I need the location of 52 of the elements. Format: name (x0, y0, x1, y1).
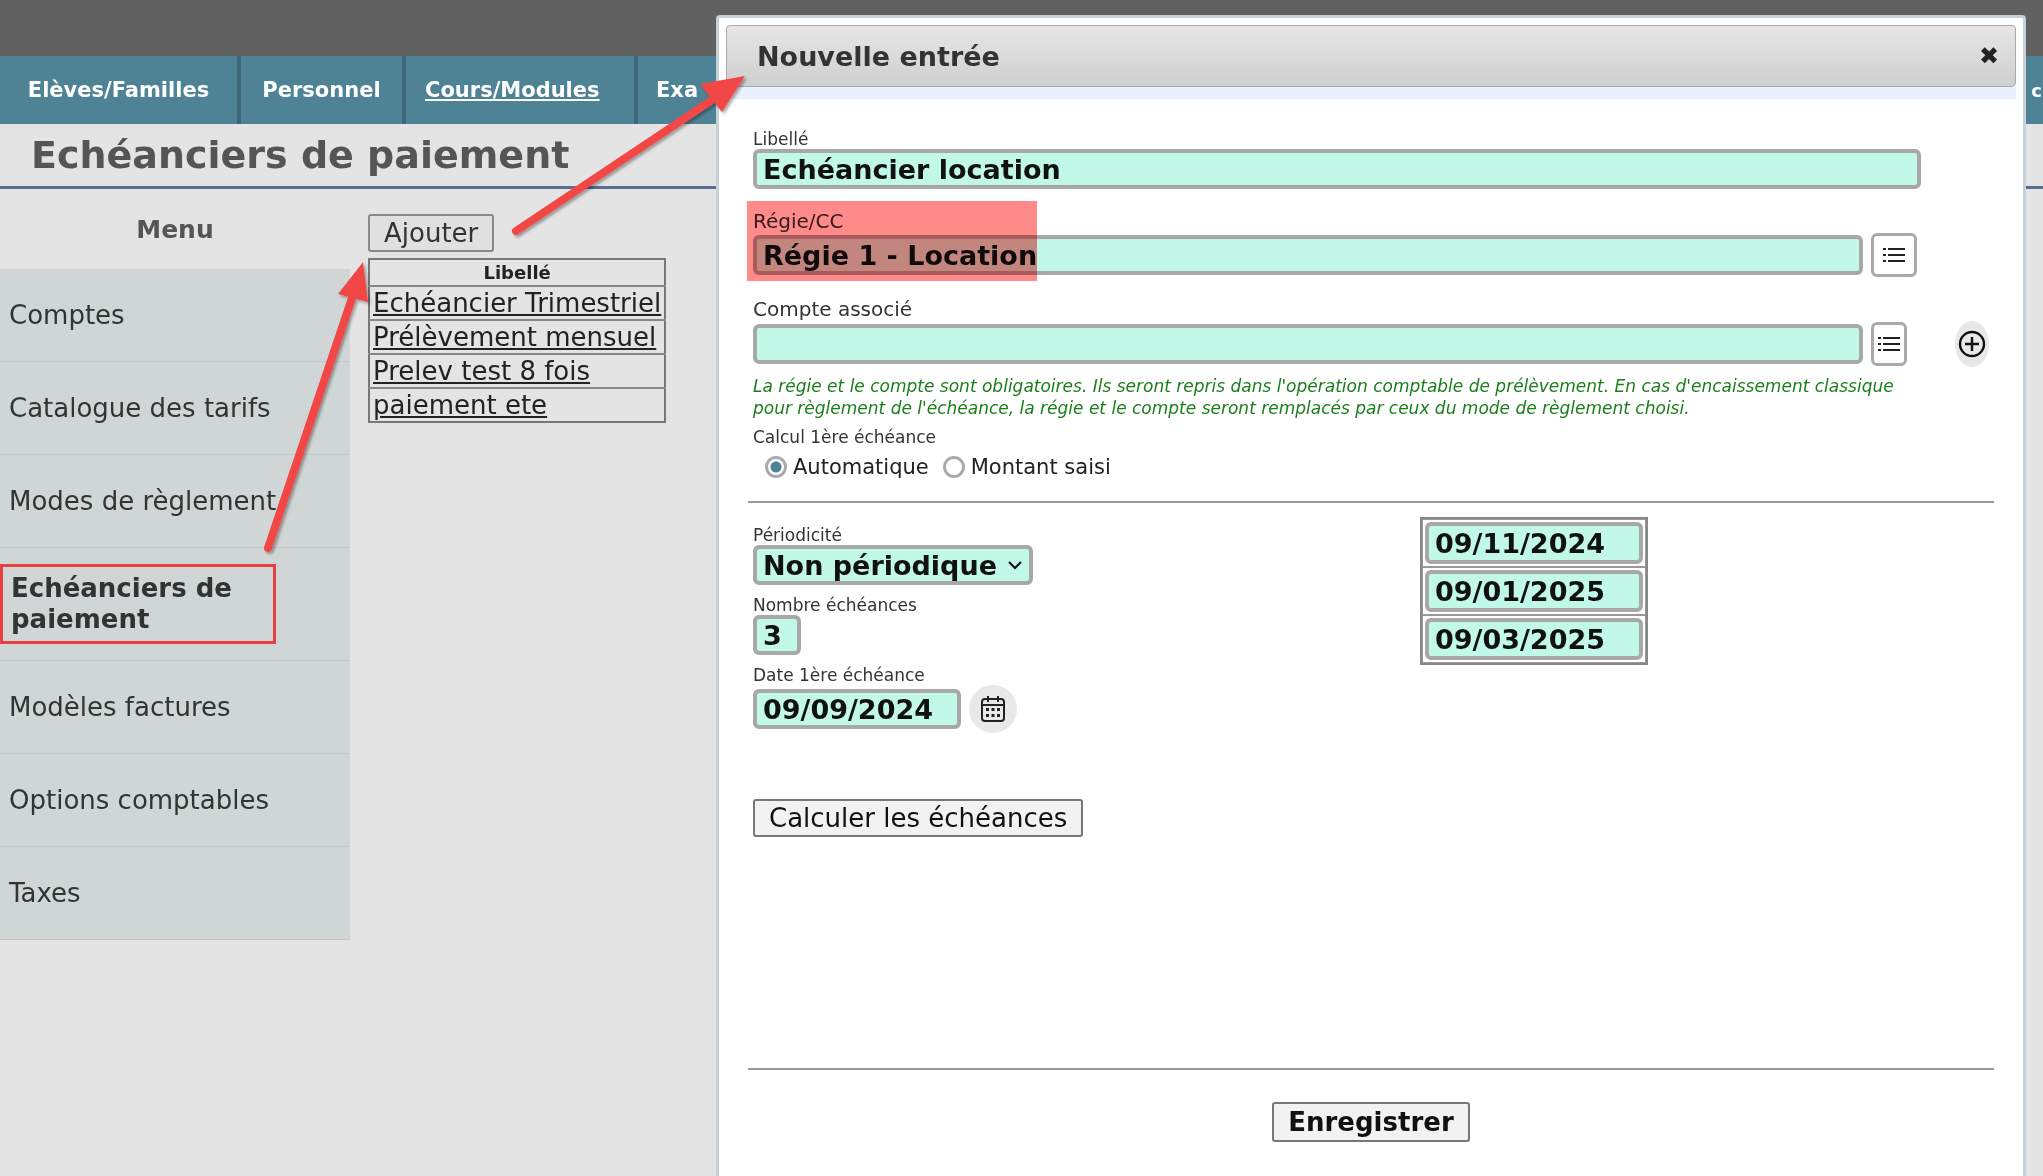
libelle-field[interactable]: Echéancier location (753, 149, 1921, 189)
chevron-down-icon (1007, 560, 1023, 571)
radio-label: Montant saisi (970, 455, 1111, 480)
field-label: Date 1ère échéance (753, 665, 926, 686)
menu-item[interactable]: Modèles factures (0, 661, 350, 755)
list-link[interactable]: Prelev test 8 fois (373, 356, 591, 386)
page-title: Echéanciers de paiement (31, 133, 570, 177)
due-date-field[interactable]: 09/01/2025 (1425, 570, 1643, 613)
due-date-field[interactable]: 09/03/2025 (1425, 618, 1643, 661)
count-field[interactable]: 3 (753, 615, 801, 656)
list-icon (1883, 246, 1905, 264)
field-label: Compte associé (753, 297, 914, 321)
plus-icon (1956, 329, 1987, 359)
calendar-button[interactable] (969, 685, 1017, 734)
field-label: Régie/CC (753, 209, 845, 233)
menu-item[interactable]: Taxes (0, 847, 350, 941)
add-button[interactable] (1954, 321, 1989, 367)
field-label: Calcul 1ère échéance (753, 427, 938, 448)
column-header: Libellé (369, 259, 666, 286)
radio-label: Automatique (793, 455, 929, 480)
list-link[interactable]: Prélèvement mensuel (373, 322, 657, 352)
nav-tab[interactable]: Cours/Modules (406, 56, 638, 124)
nav-tab[interactable]: Elèves/Familles (0, 56, 241, 124)
menu-item[interactable]: Options comptables (0, 754, 350, 848)
list-button[interactable] (1871, 233, 1917, 277)
list-icon (1877, 335, 1900, 353)
nav-tab[interactable]: Personnel (241, 56, 406, 124)
menu-item[interactable]: Modes de règlement (0, 455, 350, 548)
add-button[interactable]: Ajouter (368, 214, 495, 252)
field-label: Nombre échéances (753, 595, 918, 616)
calculate-button[interactable]: Calculer les échéances (753, 799, 1084, 838)
menu-title: Menu (0, 189, 350, 269)
list-link[interactable]: paiement ete (373, 390, 548, 420)
close-button[interactable]: ✖ (1979, 42, 1999, 70)
list-button[interactable] (1871, 322, 1907, 366)
calendar-icon (980, 695, 1006, 724)
field-label: Libellé (753, 129, 810, 149)
radio-option[interactable]: Montant saisi (942, 455, 1111, 480)
periodicity-select[interactable]: Non périodique (753, 545, 1033, 586)
menu-item[interactable]: Catalogue des tarifs (0, 362, 350, 455)
nav-tab[interactable]: c (2031, 56, 2042, 124)
radio-option[interactable]: Automatique (765, 455, 929, 480)
list-link[interactable]: Echéancier Trimestriel (373, 288, 662, 318)
radio-button[interactable] (765, 456, 787, 479)
compte-field[interactable] (753, 324, 1863, 364)
info-note: La régie et le compte sont obligatoires. Ils seront repris dans l'opération comptable de prélèvement. En cas d'encaissement classique pour règlement de l'échéance, la régie et le compte seront remplacés par ceux du mode de règlement choisi. (753, 375, 1895, 420)
radio-button[interactable] (942, 456, 965, 479)
save-button[interactable]: Enregistrer (1272, 1102, 1470, 1143)
dialog-title: Nouvelle entrée (757, 40, 1000, 72)
due-date-field[interactable]: 09/11/2024 (1425, 522, 1643, 565)
field-label: Périodicité (753, 525, 843, 546)
date-field[interactable]: 09/09/2024 (753, 689, 961, 730)
